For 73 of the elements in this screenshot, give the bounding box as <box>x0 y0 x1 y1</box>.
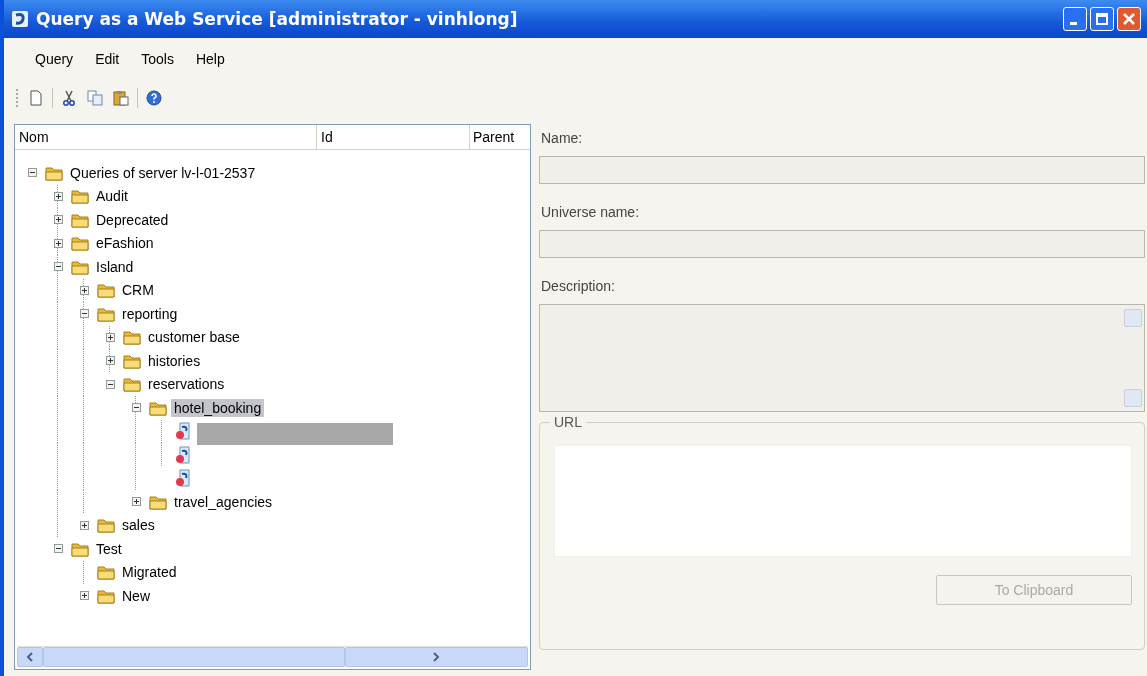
tree-item[interactable]: travel_agencies <box>171 492 276 511</box>
tree-item[interactable]: Test <box>93 539 125 558</box>
maximize-icon <box>1094 11 1110 27</box>
expand-icon[interactable] <box>79 591 89 601</box>
help-icon[interactable] <box>144 88 164 108</box>
field-label: Description: <box>540 277 616 296</box>
minimize-icon <box>1070 21 1077 25</box>
expand-icon[interactable] <box>79 520 89 530</box>
minimize-button[interactable] <box>1063 7 1087 31</box>
folder-icon <box>71 211 89 228</box>
tree-item[interactable]: hotel_booking <box>171 398 265 417</box>
folder-icon <box>71 235 89 252</box>
group-label: URL <box>550 414 586 430</box>
tree-item[interactable]: Deprecated <box>93 210 172 229</box>
universe-name-field[interactable] <box>539 230 1145 258</box>
tree-item[interactable]: CRM <box>119 281 157 300</box>
folder-icon <box>123 352 141 369</box>
menu-item[interactable]: Query <box>26 49 83 69</box>
folder-icon <box>97 517 115 534</box>
tree-item[interactable]: Island <box>93 257 137 276</box>
expand-icon[interactable] <box>53 191 63 201</box>
field-label: Name: <box>540 129 584 148</box>
column-header[interactable]: Id <box>317 125 470 149</box>
field-label: Universe name: <box>540 203 641 222</box>
tree-item[interactable]: sales <box>119 516 158 535</box>
collapse-icon[interactable] <box>53 544 63 554</box>
tree-item[interactable]: customer base <box>145 328 243 347</box>
collapse-icon[interactable] <box>53 262 63 272</box>
tree-item[interactable]: eFashion <box>93 234 157 253</box>
menu-item[interactable]: Tools <box>132 49 183 69</box>
description-field[interactable] <box>539 304 1145 412</box>
tree-item[interactable]: Audit <box>93 187 131 206</box>
folder-icon <box>71 258 89 275</box>
expand-icon[interactable] <box>105 356 115 366</box>
menu-item[interactable]: Edit <box>86 49 129 69</box>
folder-icon <box>97 282 115 299</box>
column-header[interactable]: Parent <box>470 125 530 149</box>
tree-item[interactable]: New <box>119 586 153 605</box>
collapse-icon[interactable] <box>27 168 37 178</box>
tree-item[interactable]: reporting <box>119 304 181 323</box>
app-icon <box>10 9 30 29</box>
folder-icon <box>97 587 115 604</box>
menu-item[interactable]: Help <box>186 49 234 69</box>
folder-icon <box>149 399 167 416</box>
collapse-icon[interactable] <box>105 379 115 389</box>
collapse-icon[interactable] <box>131 403 141 413</box>
expand-icon[interactable] <box>53 238 63 248</box>
folder-icon <box>97 564 115 581</box>
folder-icon <box>123 329 141 346</box>
expand-icon[interactable] <box>53 215 63 225</box>
folder-icon <box>97 305 115 322</box>
tree-item[interactable]: reservations <box>145 375 228 394</box>
window-title: Query as a Web Service [administrator - vinhlong] <box>36 9 518 29</box>
folder-icon <box>149 493 167 510</box>
horizontal-scrollbar[interactable] <box>17 646 528 667</box>
folder-icon <box>71 188 89 205</box>
name-field[interactable] <box>539 156 1145 184</box>
expand-icon[interactable] <box>79 285 89 295</box>
folder-icon <box>71 540 89 557</box>
paste-icon[interactable] <box>111 88 131 108</box>
folder-icon <box>45 164 63 181</box>
tree-item[interactable]: Queries of server lv-l-01-2537 <box>67 163 259 182</box>
expand-icon[interactable] <box>105 332 115 342</box>
tree-item[interactable]: Migrated <box>119 563 180 582</box>
column-header[interactable]: Nom <box>15 125 317 149</box>
collapse-icon[interactable] <box>79 309 89 319</box>
folder-icon <box>123 376 141 393</box>
close-icon <box>1121 11 1137 27</box>
expand-icon[interactable] <box>131 497 141 507</box>
tree-item[interactable]: histories <box>145 351 204 370</box>
query-document-icon <box>175 422 193 441</box>
close-button[interactable] <box>1117 7 1141 31</box>
maximize-button[interactable] <box>1090 7 1114 31</box>
